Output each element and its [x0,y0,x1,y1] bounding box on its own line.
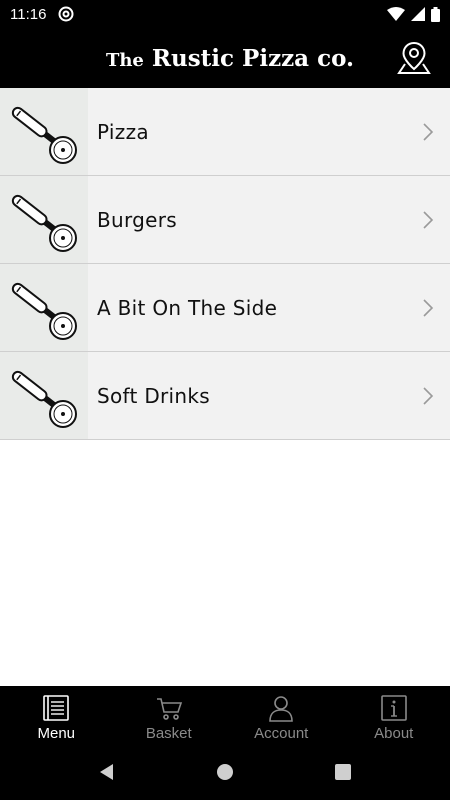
wifi-icon [387,7,405,21]
category-item-pizza[interactable]: Pizza [0,88,450,176]
pizza-cutter-icon [11,370,77,428]
status-bar: 11:16 [0,0,450,28]
category-item-sides[interactable]: A Bit On The Side [0,264,450,352]
tab-about[interactable]: About [338,686,450,744]
category-list: Pizza Burgers A Bit On The Side Soft Dri… [0,88,450,440]
pizza-cutter-icon [11,282,77,340]
pizza-cutter-icon [11,194,77,252]
tab-label: Account [254,725,309,742]
info-icon [380,695,407,721]
app-header: The Rustic Pizza co. [0,28,450,88]
tab-label: About [374,725,414,742]
category-label: A Bit On The Side [97,295,278,320]
cell-signal-icon [411,7,425,21]
tab-account[interactable]: Account [225,686,338,744]
back-icon[interactable] [98,763,116,781]
pizza-cutter-icon [11,106,77,164]
tab-label: Menu [37,725,76,742]
map-pin-icon [397,41,431,74]
tab-basket[interactable]: Basket [113,686,226,744]
category-label: Pizza [97,119,149,144]
recents-icon[interactable] [334,763,352,781]
system-nav-bar [0,744,450,800]
menu-book-icon [43,695,70,721]
category-label: Soft Drinks [97,383,210,408]
category-thumbnail [0,176,88,263]
category-thumbnail [0,264,88,351]
category-item-soft-drinks[interactable]: Soft Drinks [0,352,450,440]
tab-menu[interactable]: Menu [0,686,113,744]
brand-logo: The Rustic Pizza co. [106,45,354,72]
battery-icon [431,6,440,22]
brand-word-pizza: Pizza [242,44,310,72]
category-thumbnail [0,88,88,175]
cart-icon [156,698,182,720]
store-location-button[interactable] [392,36,436,80]
category-label: Burgers [97,207,178,232]
brand-prefix: The [105,49,144,71]
status-icons [387,6,440,22]
tab-label: Basket [145,725,192,742]
chevron-right-icon [423,123,434,141]
chevron-right-icon [423,211,434,229]
brand-name: Rustic [151,44,235,72]
brand-suffix: co. [317,44,355,72]
category-thumbnail [0,352,88,439]
bottom-tab-bar: Menu Basket Account About [0,686,450,744]
chevron-right-icon [423,387,434,405]
user-icon [269,696,294,722]
home-icon[interactable] [216,763,234,781]
category-item-burgers[interactable]: Burgers [0,176,450,264]
at-sign-icon [58,6,74,22]
chevron-right-icon [423,299,434,317]
status-time: 11:16 [10,5,47,23]
